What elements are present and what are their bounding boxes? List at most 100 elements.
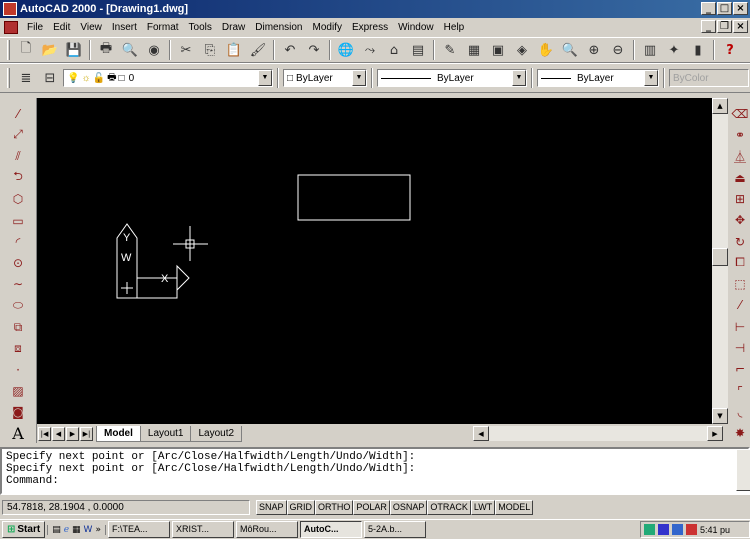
inquiry-icon[interactable]: ▤ xyxy=(407,39,429,61)
autocad-app-icon[interactable] xyxy=(3,2,17,16)
show-desktop-icon[interactable]: ▤ xyxy=(52,525,61,535)
make-block-icon[interactable]: ⧈ xyxy=(7,339,29,358)
copy-icon[interactable]: ⎘ xyxy=(199,39,221,61)
linetype-control[interactable]: ByLayer ▼ xyxy=(377,69,527,87)
color-control[interactable]: □ ByLayer ▼ xyxy=(283,69,367,87)
scroll-right-icon[interactable]: ▶ xyxy=(707,426,723,441)
rotate-icon[interactable]: ↻ xyxy=(729,232,750,251)
menu-format[interactable]: Format xyxy=(142,22,184,33)
polygon-icon[interactable]: ⬡ xyxy=(7,190,29,209)
offset-icon[interactable]: ⏏ xyxy=(729,168,750,187)
chevron-down-icon[interactable]: ▼ xyxy=(512,70,526,86)
undo-icon[interactable]: ↶ xyxy=(279,39,301,61)
array-icon[interactable]: ⊞ xyxy=(729,189,750,208)
open-icon[interactable]: 📂 xyxy=(39,39,61,61)
scroll-down-icon[interactable]: ▼ xyxy=(712,408,728,424)
aerial-view-icon[interactable]: ▦ xyxy=(463,39,485,61)
stretch-icon[interactable]: ⬚ xyxy=(729,275,750,294)
match-properties-icon[interactable]: 🖌 xyxy=(247,39,269,61)
browser-icon[interactable]: ℯ xyxy=(64,525,69,535)
mirror-icon[interactable]: ⏅ xyxy=(729,147,750,166)
design-center-icon[interactable]: ✦ xyxy=(663,39,685,61)
tray-language-icon[interactable] xyxy=(658,524,669,535)
scroll-up-icon[interactable]: ▲ xyxy=(712,98,728,114)
zoom-window-icon[interactable]: ⊕ xyxy=(583,39,605,61)
chevron-down-icon[interactable]: ▼ xyxy=(352,70,366,86)
spline-icon[interactable]: ∼ xyxy=(7,275,29,294)
object-snap-icon[interactable]: ⤳ xyxy=(359,39,381,61)
lineweight-control[interactable]: ByLayer ▼ xyxy=(537,69,659,87)
menu-dimension[interactable]: Dimension xyxy=(250,22,307,33)
hyperlink-icon[interactable]: 🌐 xyxy=(335,39,357,61)
publish-icon[interactable]: ◉ xyxy=(143,39,165,61)
close-button[interactable]: × xyxy=(733,2,748,15)
insert-block-icon[interactable]: ⧉ xyxy=(7,317,29,336)
toolbar-grip[interactable] xyxy=(7,40,10,60)
polar-toggle[interactable]: POLAR xyxy=(353,499,390,515)
task-xrist[interactable]: XRIST... xyxy=(171,521,234,538)
ucs-icon[interactable]: ⌂ xyxy=(383,39,405,61)
rectangle-icon[interactable]: ▭ xyxy=(7,211,29,230)
start-button[interactable]: ⊞ Start xyxy=(2,521,46,538)
copy-object-icon[interactable]: ⚭ xyxy=(729,125,750,144)
command-scrollbar[interactable] xyxy=(736,449,750,491)
3d-orbit-icon[interactable]: ◈ xyxy=(511,39,533,61)
explode-icon[interactable]: ✸ xyxy=(729,424,750,443)
layer-control[interactable]: 💡 ☼ 🔓 🖶 □ 0 ▼ xyxy=(63,69,273,87)
menu-view[interactable]: View xyxy=(75,22,107,33)
polyline-icon[interactable]: ⮌ xyxy=(7,168,29,188)
chevron-down-icon[interactable]: ▼ xyxy=(258,70,272,86)
break-icon[interactable]: ⌐ xyxy=(729,360,750,379)
arc-icon[interactable]: ◜ xyxy=(7,232,29,251)
menu-file[interactable]: File xyxy=(22,22,48,33)
erase-icon[interactable]: ⌫ xyxy=(729,104,750,123)
folder-icon[interactable]: ▦ xyxy=(72,525,81,535)
pan-icon[interactable]: ✋ xyxy=(535,39,557,61)
menu-modify[interactable]: Modify xyxy=(308,22,347,33)
tab-model[interactable]: Model xyxy=(96,425,141,442)
scroll-thumb[interactable] xyxy=(712,248,728,266)
drawn-rectangle[interactable] xyxy=(297,174,411,221)
menu-edit[interactable]: Edit xyxy=(48,22,75,33)
toolbar-grip[interactable] xyxy=(7,68,10,88)
doc-minimize-button[interactable]: _ xyxy=(701,20,716,33)
tray-app-icon[interactable] xyxy=(672,524,683,535)
dbconnect-icon[interactable]: ▮ xyxy=(687,39,709,61)
first-tab-icon[interactable]: |◀ xyxy=(38,426,51,441)
document-icon[interactable] xyxy=(4,20,18,34)
command-prompt[interactable]: Command: xyxy=(6,475,748,487)
drawing-canvas[interactable]: Y W X xyxy=(37,98,712,424)
new-icon[interactable]: 🗋 xyxy=(15,39,37,61)
menu-insert[interactable]: Insert xyxy=(107,22,142,33)
maximize-button[interactable]: □ xyxy=(717,2,732,15)
model-toggle[interactable]: MODEL xyxy=(495,499,534,515)
grid-toggle[interactable]: GRID xyxy=(286,499,316,515)
task-autocad[interactable]: AutoC... xyxy=(299,521,362,538)
print-preview-icon[interactable]: 🔍 xyxy=(119,39,141,61)
clock[interactable]: 5:41 pu xyxy=(700,525,730,535)
multiline-text-icon[interactable]: A xyxy=(7,424,29,443)
otrack-toggle[interactable]: OTRACK xyxy=(427,499,471,515)
point-icon[interactable]: · xyxy=(7,360,29,379)
chamfer-icon[interactable]: ⌜ xyxy=(729,381,750,400)
menu-express[interactable]: Express xyxy=(347,22,393,33)
print-icon[interactable]: 🖶 xyxy=(95,39,117,61)
menu-tools[interactable]: Tools xyxy=(184,22,217,33)
doc-close-button[interactable]: × xyxy=(733,20,748,33)
horizontal-scrollbar[interactable]: ◀ ▶ xyxy=(473,426,723,441)
trim-icon[interactable]: ⊢ xyxy=(729,317,750,336)
save-icon[interactable]: 💾 xyxy=(63,39,85,61)
cut-icon[interactable]: ✂ xyxy=(175,39,197,61)
extend-icon[interactable]: ⊣ xyxy=(729,338,750,357)
coordinate-display[interactable]: 54.7818, 28.1904 , 0.0000 xyxy=(2,499,250,515)
tray-volume-icon[interactable] xyxy=(686,524,697,535)
redo-icon[interactable]: ↷ xyxy=(303,39,325,61)
paste-icon[interactable]: 📋 xyxy=(223,39,245,61)
construction-line-icon[interactable]: ⤢ xyxy=(7,125,29,144)
circle-icon[interactable]: ⊙ xyxy=(7,254,29,273)
named-views-icon[interactable]: ▣ xyxy=(487,39,509,61)
zoom-previous-icon[interactable]: ⊖ xyxy=(607,39,629,61)
line-icon[interactable]: ⁄ xyxy=(7,104,29,123)
scale-icon[interactable]: ⧠ xyxy=(729,253,750,272)
zoom-realtime-icon[interactable]: 🔍 xyxy=(559,39,581,61)
